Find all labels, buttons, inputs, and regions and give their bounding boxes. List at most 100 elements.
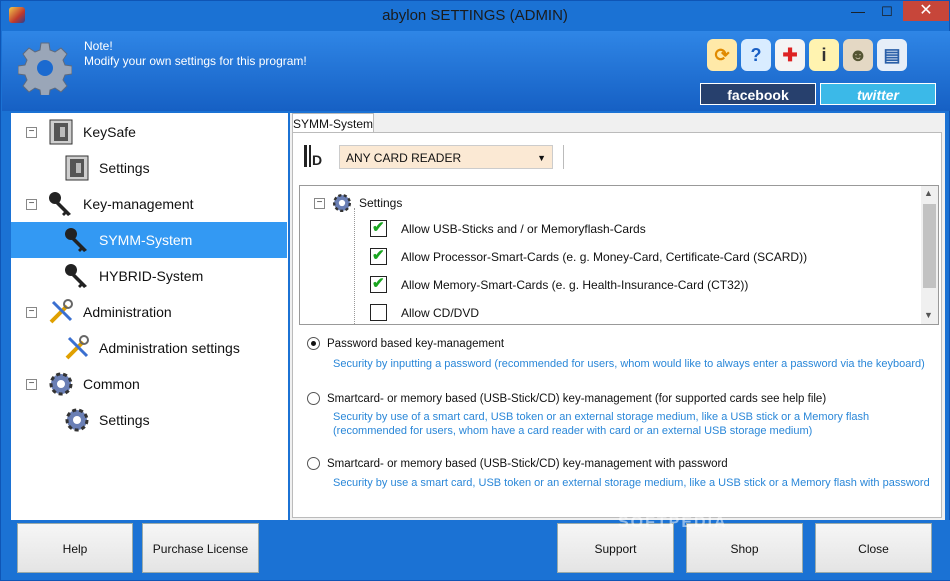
settings-window: abylon SETTINGS (ADMIN) — ☐ ✕ Note! Modi… [0,0,950,581]
collapse-icon[interactable]: − [26,307,37,318]
setting-label: Allow USB-Sticks and / or Memoryflash-Ca… [401,221,646,236]
tree-item-administration-settings[interactable]: Administration settings [63,330,287,366]
setting-row-usb[interactable]: Allow USB-Sticks and / or Memoryflash-Ca… [370,218,646,237]
setting-label: Allow CD/DVD [401,305,480,320]
radio-smartcard[interactable]: Smartcard- or memory based (USB-Stick/CD… [307,392,826,405]
note-title: Note! [84,39,113,53]
refresh-icon[interactable]: ⟳ [707,39,737,71]
scrollbar[interactable]: ▲ ▼ [921,186,938,324]
user-icon[interactable]: ☻ [843,39,873,71]
card-reader-value: ANY CARD READER [346,151,462,165]
dropdown-arrow-icon: ▼ [537,153,546,163]
setting-row-processor-card[interactable]: Allow Processor-Smart-Cards (e. g. Money… [370,246,808,265]
svg-text:D: D [312,152,322,168]
description-line: Security by use a smart card, USB token … [333,477,930,489]
description-line: Security by use of a smart card, USB tok… [333,411,870,423]
scroll-down-icon[interactable]: ▼ [924,310,933,320]
tree-item-label: Administration [83,304,172,320]
collapse-icon[interactable]: − [314,197,325,209]
gear-icon [65,408,89,432]
tab-symm-system[interactable]: SYMM-System [292,113,374,134]
close-window-button[interactable]: ✕ [903,1,949,21]
tree-item-label: Common [83,376,140,392]
watermark: SOFTPEDIA [618,514,728,531]
maximize-button[interactable]: ☐ [873,1,901,23]
scroll-thumb[interactable] [923,204,936,288]
window-title: abylon SETTINGS (ADMIN) [382,7,568,24]
tree-item-keysafe[interactable]: KeySafe [47,114,287,150]
setting-label: Allow Memory-Smart-Cards (e. g. Health-I… [401,277,749,292]
safe-icon [49,119,73,145]
note-text: Modify your own settings for this progra… [84,54,307,68]
tree-item-key-management[interactable]: Key-management [47,186,287,222]
tools-icon [49,299,73,324]
settings-root-label: Settings [359,196,403,210]
radio-label: Smartcard- or memory based (USB-Stick/CD… [327,392,827,405]
minimize-button[interactable]: — [843,1,873,23]
radio-button[interactable] [307,457,320,470]
collapse-icon[interactable]: − [26,379,37,390]
tree-item-administration[interactable]: Administration [47,294,287,330]
collapse-icon[interactable]: − [26,199,37,210]
setting-label: Allow Processor-Smart-Cards (e. g. Money… [401,249,808,264]
gear-icon [332,193,352,213]
settings-tree: − KeySafe Settings − Key-management SYMM… [11,113,288,520]
tree-item-keysafe-settings[interactable]: Settings [63,150,287,186]
radio-button[interactable] [307,392,320,405]
description-line: Security by inputting a password (recomm… [333,358,925,370]
id-card-icon[interactable]: ▤ [877,39,907,71]
gear-icon [18,42,72,95]
close-button[interactable]: Close [815,523,932,573]
radio-label: Smartcard- or memory based (USB-Stick/CD… [327,457,728,470]
radio-smartcard-password[interactable]: Smartcard- or memory based (USB-Stick/CD… [307,457,728,470]
header-panel: Note! Modify your own settings for this … [2,31,950,111]
checkbox-memory-card[interactable] [370,274,387,293]
key-icon [65,264,87,288]
twitter-button[interactable]: twitter [820,83,936,105]
tree-item-label: SYMM-System [99,232,193,248]
tree-item-common[interactable]: Common [47,366,287,402]
tree-item-label: Settings [99,160,150,176]
facebook-button[interactable]: facebook [700,83,816,105]
scroll-up-icon[interactable]: ▲ [924,188,933,198]
tree-item-hybrid-system[interactable]: HYBRID-System [63,258,287,294]
info-icon[interactable]: i [809,39,839,71]
checkbox-processor-card[interactable] [370,246,387,265]
settings-tree-box: − Settings Allow USB-Sticks and / or Mem… [299,185,939,325]
tools-icon [65,335,89,360]
key-icon [49,192,71,216]
radio-description: Security by use of a smart card, USB tok… [333,411,869,438]
gear-icon [49,372,73,396]
tree-line [354,208,356,324]
setting-row-cd-dvd[interactable]: Allow CD/DVD [370,304,479,321]
tree-item-label: HYBRID-System [99,268,204,284]
description-line: (recommended for users, whom have a card… [333,424,813,437]
separator [563,145,564,169]
safe-icon [65,155,89,181]
footer-bar: Help Purchase License Support Shop Close [2,520,950,580]
title-bar: abylon SETTINGS (ADMIN) — ☐ ✕ [1,1,949,31]
radio-description: Security by use a smart card, USB token … [333,477,930,491]
radio-description: Security by inputting a password (recomm… [333,358,925,372]
tree-item-symm-system[interactable]: SYMM-System [11,222,287,258]
settings-root[interactable]: − Settings [314,192,402,214]
tree-item-label: Key-management [83,196,194,212]
card-reader-select[interactable]: ANY CARD READER ▼ [339,145,553,169]
tab-panel: D ANY CARD READER ▼ − Settings Allow USB… [292,132,942,518]
content-panel: SYMM-System D ANY CARD READER ▼ − Settin… [290,113,945,520]
purchase-license-button[interactable]: Purchase License [142,523,259,573]
tree-item-common-settings[interactable]: Settings [63,402,287,438]
help-button[interactable]: Help [17,523,133,573]
checkbox-usb[interactable] [370,218,387,237]
tree-item-label: Settings [99,412,150,428]
radio-button[interactable] [307,337,320,350]
radio-label: Password based key-management [327,337,505,350]
collapse-icon[interactable]: − [26,127,37,138]
first-aid-icon[interactable]: ✚ [775,39,805,71]
tree-item-label: Administration settings [99,340,240,356]
help-icon[interactable]: ? [741,39,771,71]
setting-row-memory-card[interactable]: Allow Memory-Smart-Cards (e. g. Health-I… [370,274,749,293]
checkbox-cd-dvd[interactable] [370,304,387,321]
radio-password[interactable]: Password based key-management [307,337,504,350]
tree-item-label: KeySafe [83,124,136,140]
